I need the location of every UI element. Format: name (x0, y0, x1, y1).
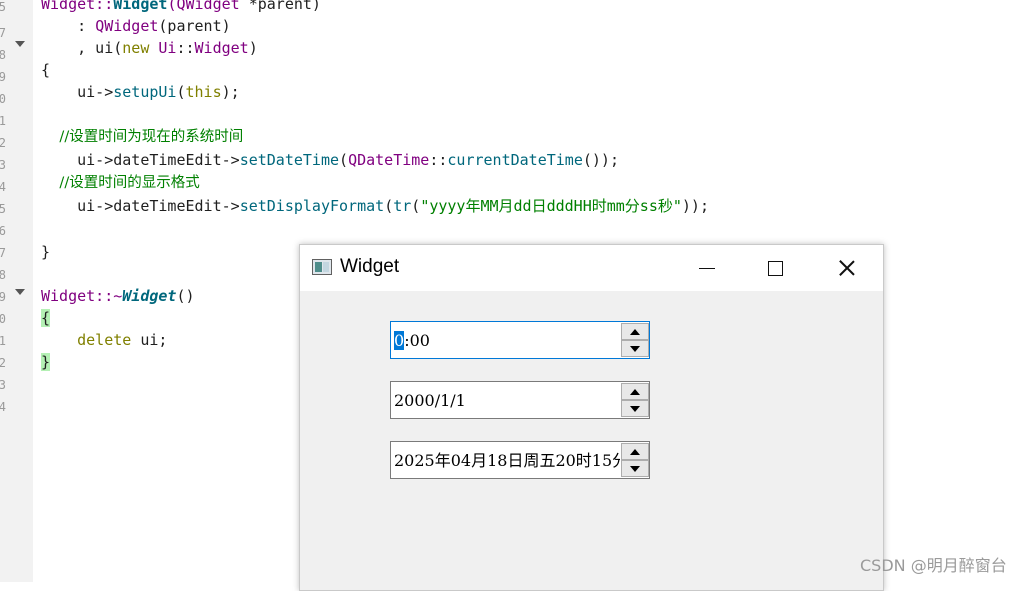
spin-down-button[interactable] (621, 340, 649, 357)
code-line: delete ui; (77, 331, 168, 349)
code-line: } (41, 243, 51, 261)
time-edit-rest: :00 (404, 331, 430, 350)
arrow-down-icon (630, 345, 640, 352)
line-number: 4 (0, 180, 6, 194)
minimize-button[interactable] (672, 245, 742, 291)
datetime-edit-spinner[interactable] (621, 443, 649, 477)
minimize-icon (699, 267, 715, 269)
line-number: 9 (0, 70, 6, 84)
arrow-down-icon (630, 405, 640, 412)
spin-up-button[interactable] (621, 443, 649, 460)
spin-down-button[interactable] (621, 400, 649, 417)
code-line: } (41, 353, 51, 371)
time-edit-selected-section: 0 (394, 331, 405, 350)
line-number: 0 (0, 92, 6, 106)
date-edit-spinner[interactable] (621, 383, 649, 417)
arrow-down-icon (630, 465, 640, 472)
close-icon (839, 260, 855, 276)
date-edit-text[interactable]: 2000/1/1 (394, 390, 620, 412)
line-number: 2 (0, 356, 6, 370)
code-line: , ui(new Ui::Widget) (41, 39, 258, 57)
watermark-text: CSDN @明月醉窗台 (860, 556, 1007, 575)
line-number: 8 (0, 48, 6, 62)
widget-window[interactable]: Widget 0:00 2000/1/1 2025年04月18日周五20时15分 (299, 244, 884, 591)
time-edit-text[interactable]: 0:00 (394, 330, 620, 352)
arrow-up-icon (630, 328, 640, 335)
code-line: : QWidget(parent) (41, 17, 231, 35)
maximize-button[interactable] (740, 245, 810, 291)
line-number: 4 (0, 400, 6, 414)
line-number: 5 (0, 202, 6, 216)
code-line: ui->setupUi(this); (41, 83, 240, 101)
spin-down-button[interactable] (621, 460, 649, 477)
window-title: Widget (340, 256, 400, 277)
code-line: Widget::Widget(QWidget *parent) (41, 0, 321, 13)
fold-arrow-icon[interactable] (15, 41, 25, 47)
line-number: 2 (0, 136, 6, 150)
spin-up-button[interactable] (621, 323, 649, 340)
line-number: 5 (0, 0, 6, 14)
line-number: 8 (0, 268, 6, 282)
code-line: { (41, 309, 51, 327)
close-button[interactable] (812, 245, 882, 291)
time-edit-spinner[interactable] (621, 323, 649, 357)
fold-arrow-icon[interactable] (15, 289, 25, 295)
code-comment: //设置时间的显示格式 (41, 175, 200, 191)
time-edit[interactable]: 0:00 (390, 321, 650, 359)
line-number: 1 (0, 334, 6, 348)
title-bar[interactable]: Widget (300, 245, 883, 291)
line-number: 1 (0, 114, 6, 128)
line-number: 3 (0, 158, 6, 172)
line-number: 3 (0, 378, 6, 392)
line-number: 6 (0, 224, 6, 238)
line-number: 7 (0, 26, 6, 40)
line-number: 0 (0, 312, 6, 326)
date-edit[interactable]: 2000/1/1 (390, 381, 650, 419)
maximize-icon (767, 260, 783, 276)
datetime-edit[interactable]: 2025年04月18日周五20时15分 (390, 441, 650, 479)
code-line: { (41, 61, 51, 79)
line-number-gutter: 5 7 8 9 0 1 2 3 4 5 6 7 8 9 0 1 2 3 4 (0, 0, 33, 582)
arrow-up-icon (630, 388, 640, 395)
datetime-edit-text[interactable]: 2025年04月18日周五20时15分 (394, 450, 620, 472)
code-line: Widget::~Widget() (41, 287, 195, 305)
app-window-icon (312, 259, 332, 275)
code-line: ui->dateTimeEdit->setDateTime(QDateTime:… (41, 151, 619, 169)
spin-up-button[interactable] (621, 383, 649, 400)
code-line: ui->dateTimeEdit->setDisplayFormat(tr("y… (41, 197, 709, 215)
arrow-up-icon (630, 448, 640, 455)
code-comment: //设置时间为现在的系统时间 (41, 129, 244, 145)
line-number: 7 (0, 246, 6, 260)
line-number: 9 (0, 290, 6, 304)
